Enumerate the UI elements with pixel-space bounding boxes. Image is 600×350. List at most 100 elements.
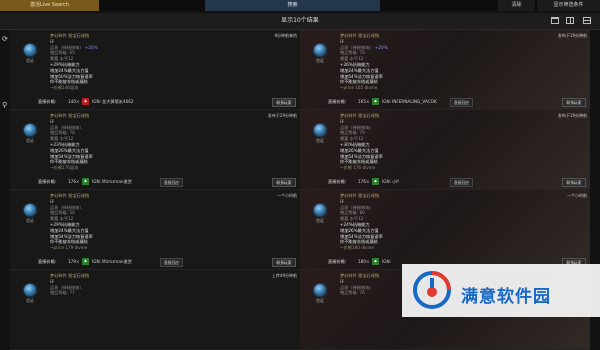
- currency-icon: ◆: [82, 178, 89, 185]
- item-thumbnail[interactable]: 验证: [312, 124, 328, 146]
- rows-icon[interactable]: [583, 17, 591, 24]
- seller-name: INFERNALING_VACOK: [392, 99, 437, 104]
- refresh-icon[interactable]: ⟳: [2, 35, 8, 43]
- quality-value: +20%: [374, 44, 388, 50]
- item-level: 物品等级: 77: [50, 290, 75, 296]
- contact-player-button[interactable]: 联系玩家: [272, 98, 296, 107]
- item-details: 梦幻碎片 星宝石戒指 环 品质（神秘修饰） 物品等级: 77: [50, 273, 270, 296]
- live-search-button[interactable]: 激活Live Search: [0, 0, 99, 11]
- ring-gem-icon: [314, 124, 326, 136]
- quality-value: +20%: [84, 44, 98, 50]
- listed-time: 上传49分钟前: [271, 273, 297, 278]
- listed-time: 一个小时前: [277, 193, 297, 198]
- listed-time: 9分钟前来的: [274, 33, 297, 38]
- seller-name: Mirrorman鉴赏: [102, 259, 132, 264]
- ign-label: IGN:: [382, 259, 392, 264]
- quality-label: 品质（神秘修饰）: [340, 44, 374, 50]
- price-note: ~价格176混沌: [50, 165, 79, 171]
- price-note: ~价格180 divine: [340, 245, 374, 251]
- ring-gem-icon: [24, 204, 36, 216]
- ring-gem-icon: [314, 284, 326, 296]
- listing-footer: 直接价格: 140× ◆ IGN: 金大黄哦米4662 联系玩家: [10, 97, 300, 107]
- listed-time: 发布于19分钟前: [557, 33, 587, 38]
- watermark-logo-icon: [413, 271, 451, 309]
- price-label: 直接价格:: [328, 179, 347, 184]
- seller-name: Mirrorman鉴赏: [102, 179, 132, 184]
- item-thumbnail[interactable]: 验证: [22, 124, 38, 146]
- item-thumbnail[interactable]: 验证: [312, 204, 328, 226]
- watermark-text: 满意软件园: [461, 287, 551, 307]
- item-details: 梦幻碎片 星宝石戒指 环 品质（神秘修饰） +20% 物品等级: 65 需要 水…: [50, 33, 270, 91]
- ign-label: IGN:: [92, 99, 102, 104]
- item-card: 一个小时前 验证 梦幻碎片 星宝石戒指 环 品质（神秘修饰） 物品等级: 50 …: [10, 190, 300, 270]
- columns-icon[interactable]: [566, 17, 574, 24]
- item-thumbnail[interactable]: 验证: [312, 284, 328, 306]
- listing-footer: 直接价格: 179× ◆ IGN: Mirrorman鉴赏 直接回应 联系玩家: [10, 257, 300, 267]
- top-bar: 激活Live Search 搜索 清除 显示筛选条件: [0, 0, 600, 11]
- show-conditions-button[interactable]: 显示筛选条件: [537, 0, 600, 11]
- ign-label: IGN:: [92, 259, 102, 264]
- verify-label: 验证: [316, 138, 324, 143]
- price-amount: 176×: [68, 179, 80, 184]
- contact-player-button[interactable]: 联系玩家: [272, 178, 296, 187]
- ring-gem-icon: [24, 284, 36, 296]
- listing-footer: 直接价格: 176× ◆ IGN: Mirrorman鉴赏 直接回应 联系玩家: [10, 177, 300, 187]
- item-details: 梦幻碎片 星宝石戒指 环 品质（神秘修饰） 物品等级: 50 需要 水平12 +…: [50, 193, 270, 251]
- price-note: ~price 165 divine: [340, 85, 378, 91]
- seller-name: 小P: [392, 179, 399, 184]
- price-note: ~价格146混沌: [50, 85, 79, 91]
- response-select[interactable]: 直接回应: [160, 178, 184, 187]
- verify-label: 验证: [316, 58, 324, 63]
- listing-footer: 直接价格: 165× ◆ IGN: INFERNALING_VACOK 直接回应…: [300, 97, 590, 107]
- window-icon[interactable]: [551, 17, 559, 24]
- ring-gem-icon: [24, 124, 36, 136]
- price-label: 直接价格:: [38, 259, 57, 264]
- quality-label: 品质（神秘修饰）: [50, 284, 84, 290]
- listed-time: 发布于19分钟前: [557, 113, 587, 118]
- verify-label: 验证: [316, 218, 324, 223]
- price-amount: 176×: [358, 179, 370, 184]
- item-card: 发布于19分钟前 验证 梦幻碎片 星宝石戒指 环 品质（神秘修饰） 物品等级: …: [300, 110, 590, 190]
- quality-label: 品质（神秘修饰）: [340, 204, 374, 210]
- verify-label: 验证: [26, 298, 34, 303]
- response-select[interactable]: 直接回应: [450, 178, 474, 187]
- results-count-title: 显示10个结果: [281, 17, 319, 24]
- quality-label: 品质（神秘修饰）: [340, 284, 374, 290]
- search-button[interactable]: 搜索: [205, 0, 380, 11]
- ring-gem-icon: [314, 44, 326, 56]
- price-amount: 140×: [68, 99, 80, 104]
- seller-name: 金大黄哦米4662: [102, 99, 134, 104]
- response-select[interactable]: 直接回应: [450, 98, 474, 107]
- item-details: 梦幻碎片 星宝石戒指 环 品质（神秘修饰） +20% 物品等级: 78 需要 水…: [340, 33, 560, 91]
- price-note: ~price 179 divine: [50, 245, 88, 251]
- response-select[interactable]: 直接回应: [160, 258, 184, 267]
- item-card: 发布于19分钟前 验证 梦幻碎片 星宝石戒指 环 品质（神秘修饰） +20% 物…: [300, 30, 590, 110]
- verify-label: 验证: [316, 298, 324, 303]
- price-amount: 180×: [358, 259, 370, 264]
- contact-player-button[interactable]: 联系玩家: [562, 98, 586, 107]
- item-thumbnail[interactable]: 验证: [22, 204, 38, 226]
- quality-label: 品质（神秘修饰）: [50, 204, 84, 210]
- quality-label: 品质（神秘修饰）: [50, 124, 84, 130]
- price-label: 直接价格:: [38, 99, 57, 104]
- ring-gem-icon: [314, 204, 326, 216]
- price-label: 直接价格:: [328, 259, 347, 264]
- currency-icon: ◆: [82, 98, 89, 105]
- listing-footer: 直接价格: 176× ◆ IGN: 小P 直接回应 联系玩家: [300, 177, 590, 187]
- magnify-icon[interactable]: ⚲: [2, 101, 7, 109]
- item-thumbnail[interactable]: 验证: [22, 44, 38, 66]
- price-label: 直接价格:: [328, 99, 347, 104]
- item-card: 9分钟前来的 验证 梦幻碎片 星宝石戒指 环 品质（神秘修饰） +20% 物品等…: [10, 30, 300, 110]
- item-thumbnail[interactable]: 验证: [312, 44, 328, 66]
- contact-player-button[interactable]: 联系玩家: [272, 258, 296, 267]
- contact-player-button[interactable]: 联系玩家: [562, 178, 586, 187]
- item-details: 梦幻碎片 星宝石戒指 环 品质（神秘修饰） 物品等级: 78 需要 水平12 +…: [50, 113, 270, 171]
- clear-button[interactable]: 清除: [498, 0, 535, 11]
- currency-icon: ◆: [372, 98, 379, 105]
- price-label: 直接价格:: [38, 179, 57, 184]
- item-card: 一个小时前 验证 梦幻碎片 星宝石戒指 环 品质（神秘修饰） 物品等级: 80 …: [300, 190, 590, 270]
- item-thumbnail[interactable]: 验证: [22, 284, 38, 306]
- price-amount: 179×: [68, 259, 80, 264]
- verify-label: 验证: [26, 138, 34, 143]
- quality-label: 品质（神秘修饰）: [50, 44, 84, 50]
